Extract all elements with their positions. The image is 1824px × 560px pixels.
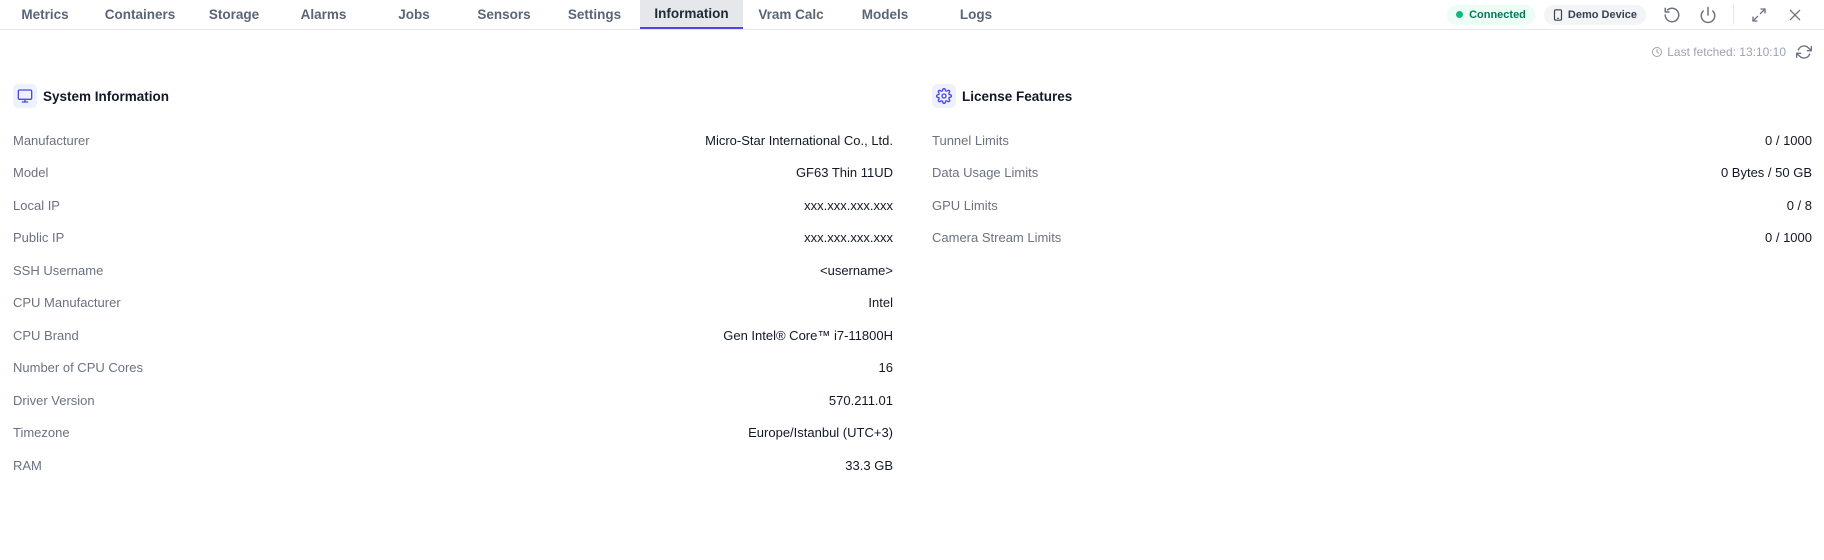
info-label: RAM — [13, 457, 42, 473]
info-row-cpu-brand: CPU Brand Gen Intel® Core™ i7-11800H — [13, 319, 893, 352]
license-row-camera-stream-limits: Camera Stream Limits 0 / 1000 — [932, 222, 1812, 255]
license-row-data-usage-limits: Data Usage Limits 0 Bytes / 50 GB — [932, 157, 1812, 190]
license-value: 0 Bytes / 50 GB — [1720, 165, 1812, 181]
info-value: Gen Intel® Core™ i7-11800H — [723, 327, 893, 343]
info-row-driver-version: Driver Version 570.211.01 — [13, 384, 893, 417]
license-label: Tunnel Limits — [932, 132, 1009, 148]
info-label: Timezone — [13, 425, 70, 441]
info-row-ssh-username: SSH Username <username> — [13, 254, 893, 287]
info-label: Local IP — [13, 197, 60, 213]
header-actions: Connected Demo Device — [1447, 0, 1824, 29]
info-row-timezone: Timezone Europe/Istanbul (UTC+3) — [13, 417, 893, 450]
info-label: Number of CPU Cores — [13, 360, 144, 376]
tab-jobs[interactable]: Jobs — [369, 0, 459, 29]
info-row-ram: RAM 33.3 GB — [13, 449, 893, 482]
info-value: Micro-Star International Co., Ltd. — [705, 132, 893, 148]
power-icon[interactable] — [1695, 2, 1721, 28]
license-value: 0 / 1000 — [1765, 230, 1812, 246]
license-label: Data Usage Limits — [932, 165, 1039, 181]
info-row-local-ip: Local IP xxx.xxx.xxx.xxx — [13, 189, 893, 222]
last-fetched-indicator: Last fetched: 13:10:10 — [1651, 44, 1812, 60]
info-value: Europe/Istanbul (UTC+3) — [748, 425, 893, 441]
tab-metrics[interactable]: Metrics — [0, 0, 90, 29]
device-badge[interactable]: Demo Device — [1543, 4, 1646, 25]
tab-sensors[interactable]: Sensors — [459, 0, 549, 29]
info-value: GF63 Thin 11UD — [795, 165, 893, 181]
top-bar: Metrics Containers Storage Alarms Jobs S… — [0, 0, 1824, 30]
tab-models[interactable]: Models — [839, 0, 931, 29]
info-row-manufacturer: Manufacturer Micro-Star International Co.… — [13, 124, 893, 157]
license-row-tunnel-limits: Tunnel Limits 0 / 1000 — [932, 124, 1812, 157]
status-dot-icon — [1456, 11, 1464, 18]
license-features-title: License Features — [962, 88, 1073, 104]
info-row-public-ip: Public IP xxx.xxx.xxx.xxx — [13, 222, 893, 255]
tab-information[interactable]: Information — [640, 0, 743, 29]
tab-bar: Metrics Containers Storage Alarms Jobs S… — [0, 0, 1021, 29]
license-features-panel: License Features Tunnel Limits 0 / 1000 D… — [932, 84, 1812, 254]
tab-alarms[interactable]: Alarms — [278, 0, 369, 29]
refresh-icon[interactable] — [1796, 44, 1812, 60]
info-value: 16 — [878, 360, 893, 376]
system-information-title: System Information — [43, 88, 170, 104]
info-value: 33.3 GB — [845, 457, 893, 473]
info-label: Driver Version — [13, 392, 95, 408]
clock-icon — [1651, 46, 1663, 58]
device-icon — [1553, 8, 1563, 21]
device-name: Demo Device — [1567, 8, 1637, 21]
license-label: GPU Limits — [932, 197, 998, 213]
info-value: 570.211.01 — [828, 392, 893, 408]
info-row-model: Model GF63 Thin 11UD — [13, 157, 893, 190]
connection-status-label: Connected — [1469, 8, 1526, 21]
license-value: 0 / 8 — [1786, 197, 1812, 213]
tab-settings[interactable]: Settings — [549, 0, 640, 29]
info-label: CPU Manufacturer — [13, 295, 121, 311]
info-label: SSH Username — [13, 262, 104, 278]
tab-containers[interactable]: Containers — [90, 0, 190, 29]
divider — [1733, 4, 1734, 25]
last-fetched-text: Last fetched: 13:10:10 — [1667, 45, 1786, 59]
license-features-header: License Features — [932, 84, 1812, 108]
expand-icon[interactable] — [1746, 2, 1772, 28]
info-value: xxx.xxx.xxx.xxx — [804, 230, 893, 246]
license-row-gpu-limits: GPU Limits 0 / 8 — [932, 189, 1812, 222]
license-label: Camera Stream Limits — [932, 230, 1062, 246]
info-value: Intel — [868, 295, 893, 311]
info-row-cpu-manufacturer: CPU Manufacturer Intel — [13, 287, 893, 320]
system-information-panel: System Information Manufacturer Micro-Sta… — [13, 84, 893, 482]
system-information-header: System Information — [13, 84, 893, 108]
license-value: 0 / 1000 — [1765, 132, 1812, 148]
info-row-cpu-cores: Number of CPU Cores 16 — [13, 352, 893, 385]
close-icon[interactable] — [1782, 2, 1808, 28]
tab-storage[interactable]: Storage — [190, 0, 278, 29]
tab-logs[interactable]: Logs — [931, 0, 1021, 29]
info-value: xxx.xxx.xxx.xxx — [804, 197, 893, 213]
info-label: Manufacturer — [13, 132, 90, 148]
info-label: Public IP — [13, 230, 65, 246]
info-label: CPU Brand — [13, 327, 79, 343]
monitor-icon — [13, 84, 37, 108]
gear-icon — [932, 84, 956, 108]
info-label: Model — [13, 165, 49, 181]
tab-vram-calc[interactable]: Vram Calc — [743, 0, 839, 29]
restart-icon[interactable] — [1659, 2, 1685, 28]
connection-status-badge: Connected — [1447, 4, 1535, 25]
info-value: <username> — [820, 262, 893, 278]
